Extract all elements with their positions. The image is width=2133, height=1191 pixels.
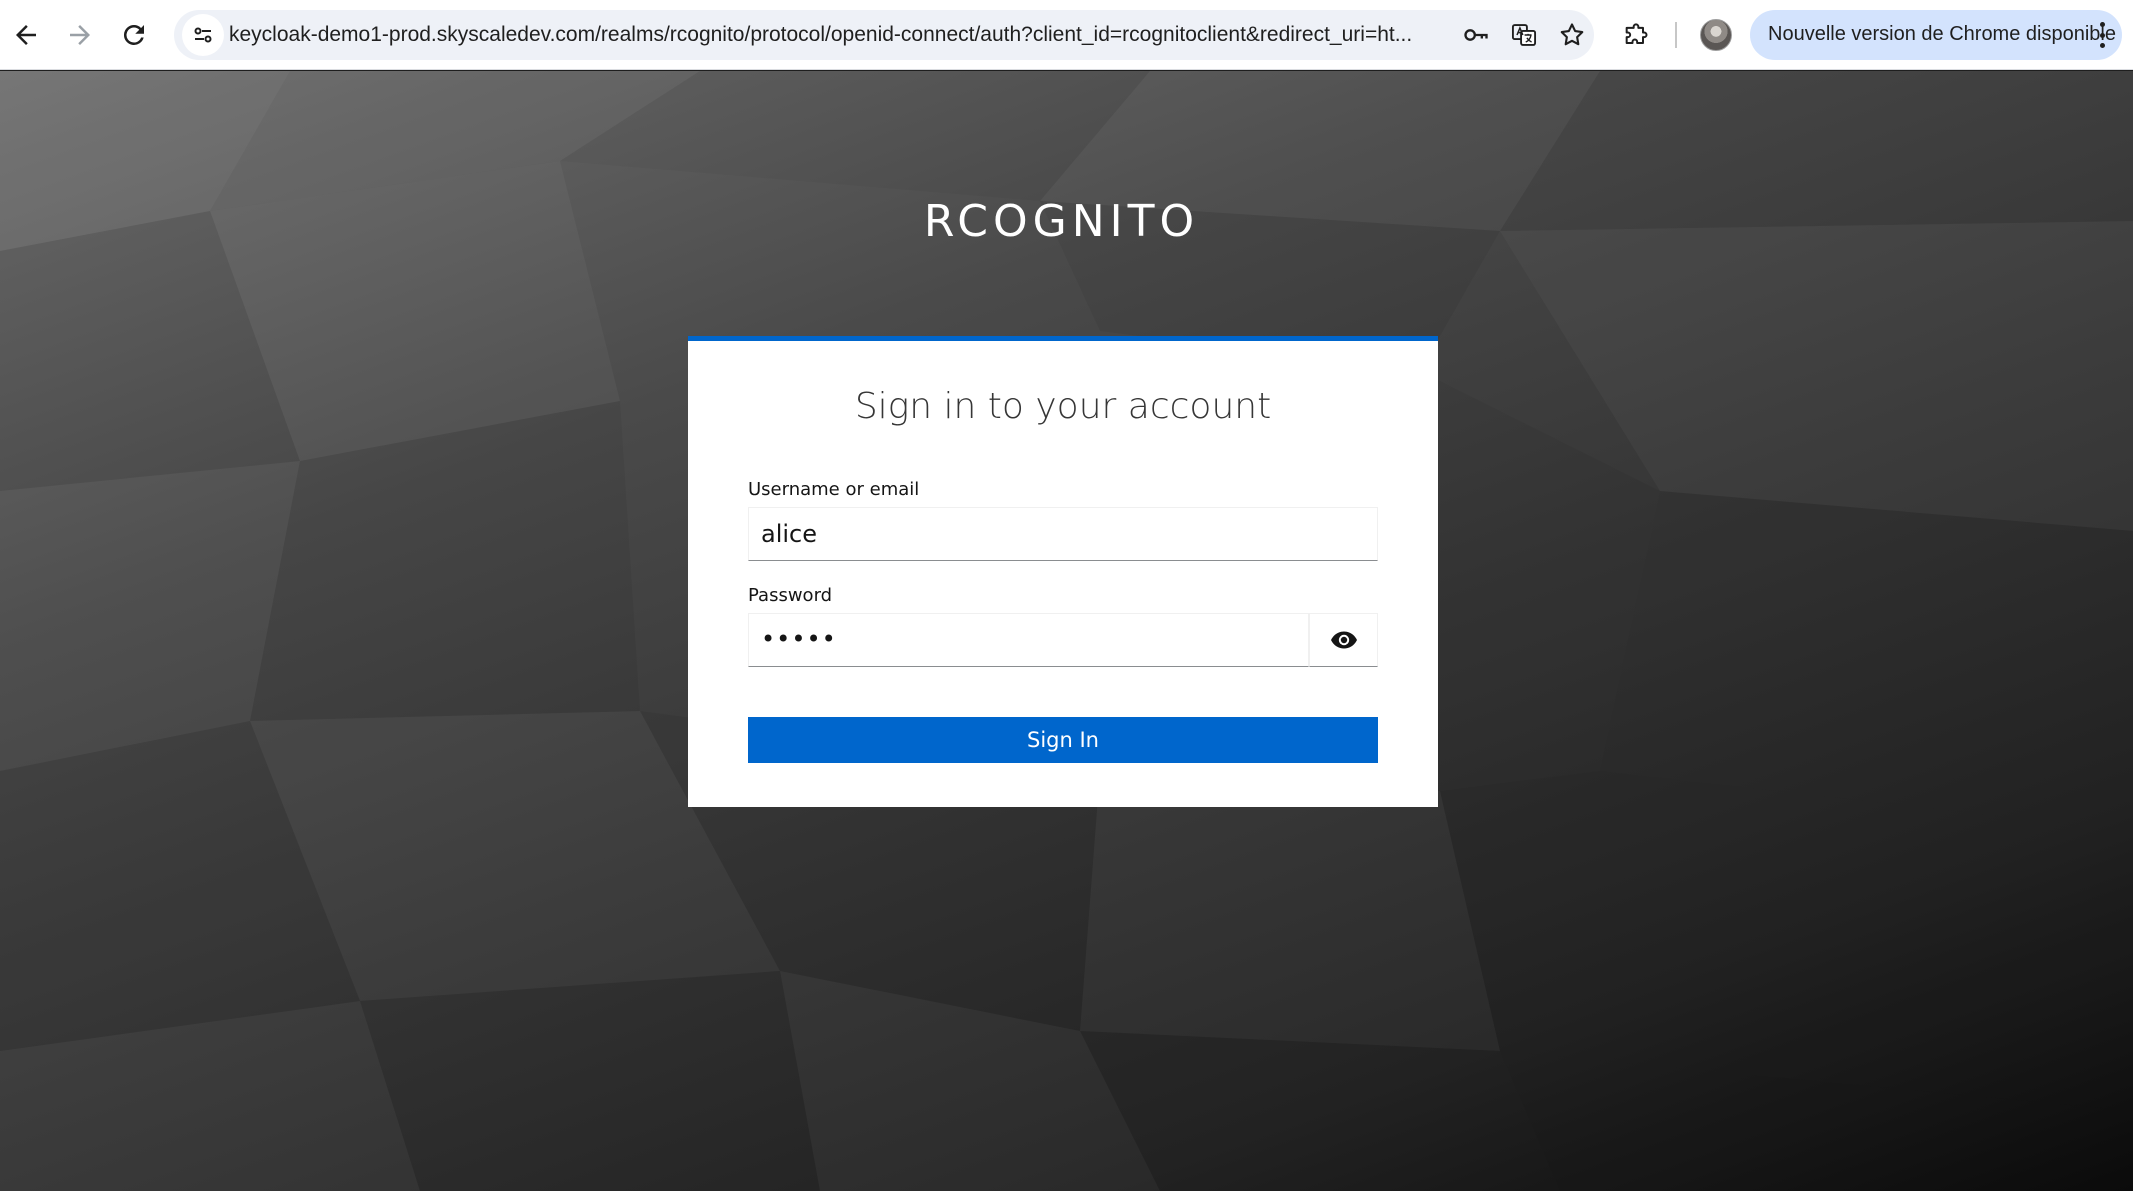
reload-button[interactable] — [108, 14, 160, 56]
username-label: Username or email — [748, 479, 920, 500]
bookmark-button[interactable] — [1554, 17, 1590, 53]
site-info-button[interactable] — [182, 14, 224, 56]
password-label: Password — [748, 585, 833, 606]
arrow-left-icon — [16, 25, 36, 45]
login-page: RCOGNITO Sign in to your account Usernam… — [0, 71, 2133, 1191]
puzzle-icon — [1625, 23, 1648, 44]
username-input[interactable]: alice — [748, 507, 1378, 561]
eye-icon — [1330, 631, 1357, 649]
sign-in-button[interactable]: Sign In — [748, 717, 1378, 763]
url-text[interactable]: keycloak-demo1-prod.skyscaledev.com/real… — [229, 22, 1479, 48]
translate-icon — [1511, 24, 1537, 46]
realm-title: RCOGNITO — [923, 196, 1200, 247]
card-title: Sign in to your account — [854, 386, 1272, 427]
update-label: Nouvelle version de Chrome disponible — [1768, 23, 2116, 45]
more-options-icon[interactable] — [2096, 22, 2108, 48]
tune-icon — [194, 27, 212, 43]
forward-button[interactable] — [54, 14, 106, 56]
password-key-button[interactable] — [1458, 17, 1494, 53]
extensions-button[interactable] — [1616, 16, 1656, 56]
login-card: Sign in to your account Username or emai… — [688, 336, 1438, 807]
chrome-update-button[interactable]: Nouvelle version de Chrome disponible — [1750, 10, 2122, 60]
toolbar-separator — [1675, 22, 1677, 48]
browser-toolbar: keycloak-demo1-prod.skyscaledev.com/real… — [0, 0, 2133, 70]
username-value: alice — [761, 520, 818, 548]
arrow-right-icon — [70, 25, 90, 45]
password-value: ••••• — [761, 625, 837, 653]
star-icon — [1560, 23, 1584, 46]
key-icon — [1464, 29, 1488, 41]
translate-button[interactable] — [1506, 17, 1542, 53]
password-input[interactable]: ••••• — [748, 613, 1309, 667]
show-password-button[interactable] — [1309, 613, 1378, 667]
profile-avatar[interactable] — [1700, 19, 1732, 51]
back-button[interactable] — [0, 14, 52, 56]
address-bar[interactable]: keycloak-demo1-prod.skyscaledev.com/real… — [174, 10, 1594, 60]
reload-icon — [123, 24, 144, 45]
